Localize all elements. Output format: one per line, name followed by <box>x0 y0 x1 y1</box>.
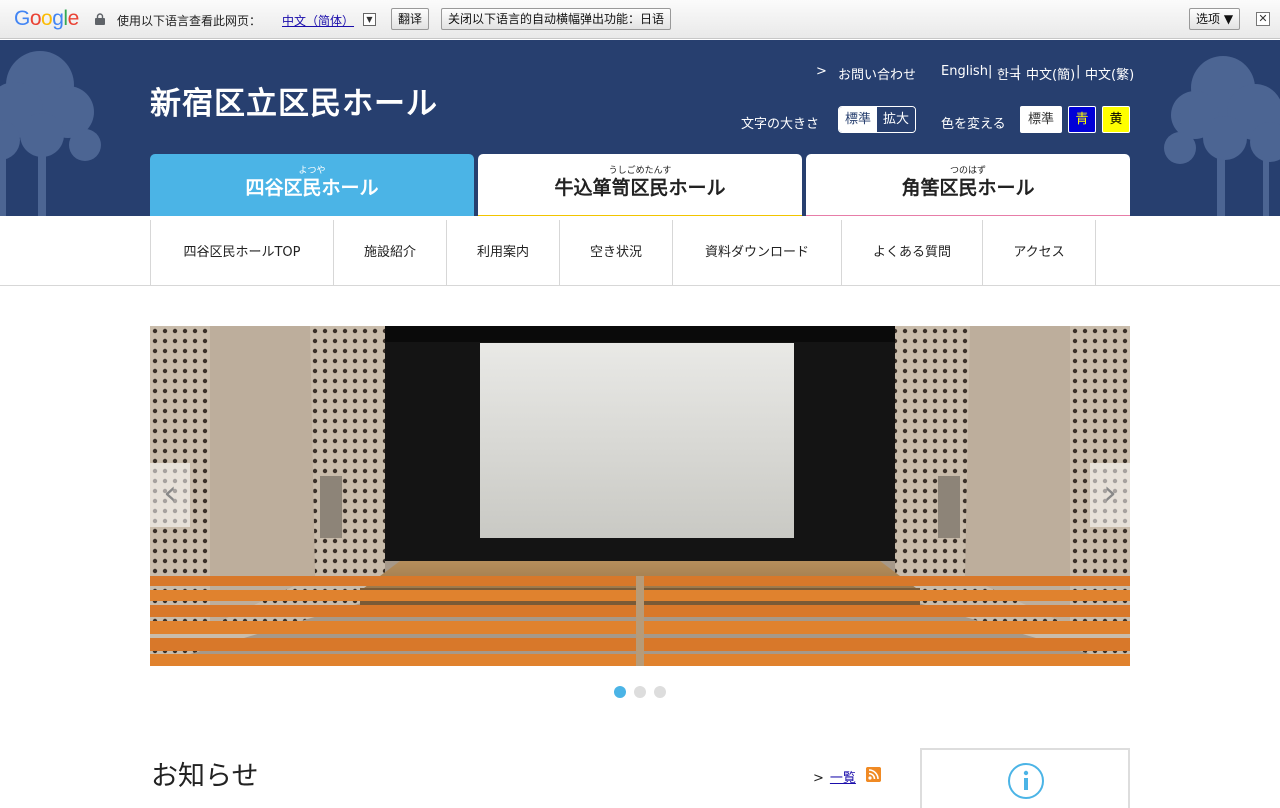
chevron-right-icon: > <box>816 64 827 79</box>
tab-yotsuya-hall[interactable]: よつや 四谷区民ホール <box>150 154 474 216</box>
info-icon <box>1008 763 1044 799</box>
font-size-toggle: 標準 拡大 <box>838 106 917 133</box>
subnav-item-availability[interactable]: 空き状況 <box>560 220 673 285</box>
tree-right-decoration <box>1164 56 1280 216</box>
lock-icon <box>95 13 105 25</box>
site-title[interactable]: 新宿区立区民ホール <box>150 78 438 123</box>
tab-tsunohazu-hall[interactable]: つのはず 角筈区民ホール <box>806 154 1130 216</box>
news-list-link-wrapper: > 一覧 <box>813 767 856 786</box>
subnav-item-facilities[interactable]: 施設紹介 <box>334 220 447 285</box>
hall-name: 牛込箪笥区民ホール <box>554 177 726 199</box>
site-header: 新宿区立区民ホール > お問い合わせ English | 한국 | 中文(簡) … <box>0 40 1280 216</box>
news-heading: お知らせ <box>151 761 259 792</box>
font-size-large-button[interactable]: 拡大 <box>877 107 916 132</box>
hall-name: 角筈区民ホール <box>901 177 1035 199</box>
separator: | <box>1076 64 1081 79</box>
font-size-standard-button[interactable]: 標準 <box>839 107 878 132</box>
slider-dot-2[interactable] <box>634 686 646 698</box>
color-standard-button[interactable]: 標準 <box>1020 106 1062 133</box>
subnav-item-faq[interactable]: よくある質問 <box>842 220 983 285</box>
slider-pagination <box>614 686 666 698</box>
subnav-item-top[interactable]: 四谷区民ホールTOP <box>151 220 334 285</box>
disable-popup-button[interactable]: 关闭以下语言的自动横幅弹出功能：日语 <box>441 8 672 30</box>
tree-left-decoration <box>0 51 101 216</box>
tab-ushigome-tansu-hall[interactable]: うしごめたんす 牛込箪笥区民ホール <box>478 154 802 216</box>
lang-link-simplified-chinese[interactable]: 中文(簡) <box>1026 64 1075 83</box>
slider-next-button[interactable]: › <box>1090 463 1130 527</box>
sub-navigation: 四谷区民ホールTOP 施設紹介 利用案内 空き状況 資料ダウンロード よくある質… <box>0 220 1280 286</box>
separator: | <box>988 64 993 79</box>
chevron-right-icon: > <box>813 771 824 786</box>
hall-name: 四谷区民ホール <box>245 177 379 199</box>
color-blue-button[interactable]: 青 <box>1068 106 1096 133</box>
news-list-link[interactable]: 一覧 <box>830 771 856 786</box>
lang-link-english[interactable]: English <box>941 64 988 79</box>
info-panel <box>920 748 1130 808</box>
hero-slider: ‹ › <box>150 326 1130 666</box>
slider-dot-3[interactable] <box>654 686 666 698</box>
font-size-label: 文字の大きさ <box>741 117 820 132</box>
chevron-down-icon[interactable]: ▼ <box>363 13 376 26</box>
subnav-item-usage-guide[interactable]: 利用案内 <box>447 220 560 285</box>
source-language-select[interactable]: 中文（简体） <box>282 12 354 29</box>
contact-link[interactable]: お問い合わせ <box>838 64 916 83</box>
lang-link-traditional-chinese[interactable]: 中文(繁) <box>1085 64 1134 83</box>
hall-stage-photo <box>150 326 1130 666</box>
google-logo: Google <box>14 7 79 30</box>
rss-icon[interactable] <box>866 767 881 782</box>
slider-dot-1[interactable] <box>614 686 626 698</box>
subnav-item-downloads[interactable]: 資料ダウンロード <box>673 220 842 285</box>
color-yellow-button[interactable]: 黄 <box>1102 106 1130 133</box>
separator: | <box>1016 64 1021 79</box>
options-button[interactable]: 选项 ▼ <box>1189 8 1241 30</box>
translate-button[interactable]: 翻译 <box>391 8 430 30</box>
close-icon[interactable]: ✕ <box>1256 12 1270 26</box>
slider-prev-button[interactable]: ‹ <box>150 463 190 527</box>
subnav-item-access[interactable]: アクセス <box>983 220 1096 285</box>
translate-prompt: 使用以下语言查看此网页： <box>117 14 262 28</box>
translate-bar: Google 使用以下语言查看此网页： 中文（简体） ▼ 翻译 关闭以下语言的自… <box>0 0 1280 39</box>
color-label: 色を変える <box>941 117 1006 132</box>
